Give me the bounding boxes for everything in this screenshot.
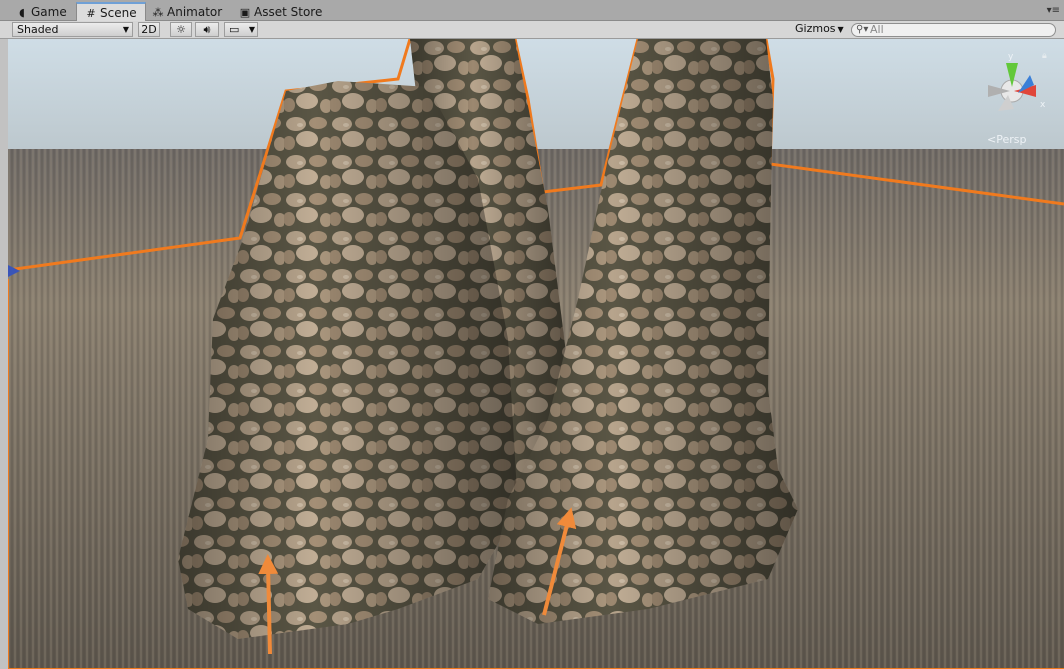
chevron-down-icon: ▼ [122, 25, 129, 34]
animator-icon: ⁂ [152, 6, 164, 19]
gizmo-x-label: x [1040, 100, 1046, 110]
tab-bar: ◖ Game # Scene ⁂ Animator ▣ Asset Store ▾≡ [0, 0, 1064, 22]
gizmo-y-label: y [1008, 52, 1014, 62]
chevron-down-icon: ▼ [248, 25, 255, 34]
tab-animator[interactable]: ⁂ Animator [144, 3, 230, 21]
tab-scene-label: Scene [100, 6, 137, 20]
lighting-toggle-button[interactable]: ☼ [170, 22, 192, 37]
sun-icon: ☼ [176, 23, 186, 36]
gizmos-dropdown[interactable]: Gizmos ▼ [791, 22, 844, 37]
effects-dropdown[interactable]: ▭ ▼ [224, 22, 258, 37]
chevron-left-icon: < [987, 133, 997, 146]
lock-icon[interactable]: 🔒︎ [1042, 51, 1047, 61]
tab-scene[interactable]: # Scene [76, 2, 146, 22]
scene-toolbar: Shaded ▼ 2D ☼ 🔊︎ ▭ ▼ Gizmos ▼ ⚲▾ All [0, 21, 1064, 39]
scene-render [8, 39, 1064, 669]
projection-label: Persp [996, 133, 1027, 146]
chevron-down-icon: ▼ [837, 25, 844, 34]
store-icon: ▣ [239, 6, 251, 19]
scene-viewport[interactable]: y x <Persp 🔒︎ [8, 39, 1064, 669]
tab-animator-label: Animator [167, 5, 223, 19]
orientation-gizmo[interactable]: y x [978, 49, 1050, 121]
speaker-icon: 🔊︎ [203, 23, 211, 36]
search-placeholder: All [870, 23, 884, 36]
tab-menu-icon[interactable]: ▾≡ [1047, 5, 1060, 16]
shading-mode-dropdown[interactable]: Shaded ▼ [12, 22, 133, 37]
tab-asset-store[interactable]: ▣ Asset Store [231, 3, 330, 21]
tab-asset-store-label: Asset Store [254, 5, 323, 19]
tab-game[interactable]: ◖ Game [8, 3, 75, 21]
gizmos-label: Gizmos [795, 22, 836, 35]
annotation-arrow-left [258, 554, 279, 655]
tab-game-label: Game [31, 5, 67, 19]
shading-mode-value: Shaded [17, 23, 59, 36]
search-input[interactable]: ⚲▾ All [851, 23, 1056, 37]
image-icon: ▭ [229, 23, 240, 36]
grid-icon: # [86, 7, 96, 20]
pacman-icon: ◖ [19, 6, 25, 19]
toggle-2d-button[interactable]: 2D [138, 22, 160, 37]
search-icon: ⚲▾ [856, 24, 869, 35]
audio-toggle-button[interactable]: 🔊︎ [195, 22, 219, 37]
projection-toggle[interactable]: <Persp [987, 133, 1026, 146]
